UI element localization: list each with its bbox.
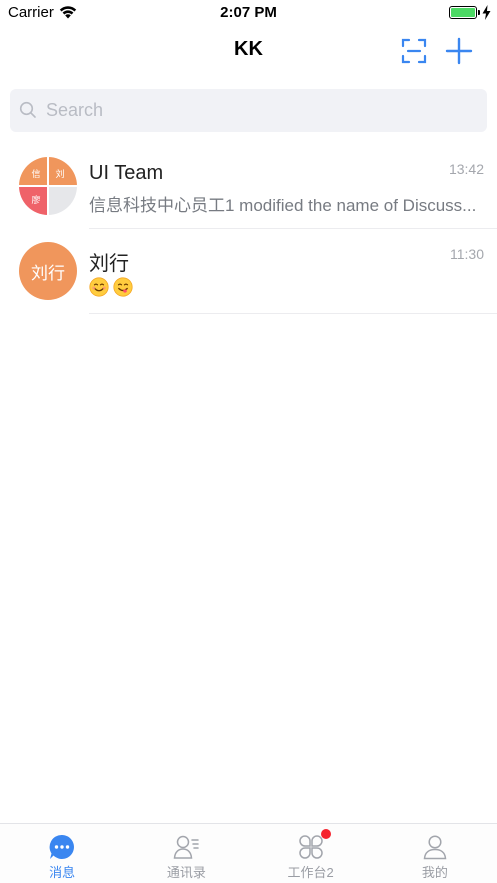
status-bar: Carrier 2:07 PM	[0, 0, 497, 26]
conversation-item-liu-xing[interactable]: 刘行 刘行 11:30	[0, 229, 497, 314]
battery-tip	[478, 10, 480, 15]
search-placeholder: Search	[46, 100, 104, 120]
tab-messages[interactable]: 消息	[0, 824, 124, 883]
divider	[89, 313, 497, 314]
avatar-quadrant	[49, 187, 77, 215]
search-icon	[19, 101, 36, 118]
avatar-quadrant: 刘	[49, 157, 77, 185]
notification-badge	[320, 829, 331, 839]
smiling-face-emoji	[89, 276, 109, 297]
chat-bubble-icon	[49, 834, 75, 859]
search-input[interactable]: Search	[10, 89, 487, 132]
tab-contacts[interactable]: 通讯录	[124, 824, 248, 883]
group-avatar: 信 刘 廖	[19, 157, 77, 215]
workbench-icon	[298, 835, 323, 859]
conversation-preview	[89, 276, 485, 297]
conversation-name: 刘行	[89, 253, 129, 275]
profile-icon	[423, 835, 447, 860]
avatar-text: 刘行	[31, 263, 65, 283]
tab-workbench[interactable]: 工作台2	[249, 824, 373, 883]
avatar: 刘行	[19, 242, 77, 300]
avatar-char: 廖	[31, 194, 41, 205]
face-savoring-food-emoji	[113, 276, 133, 297]
avatar-quadrant: 廖	[19, 187, 47, 215]
tab-profile[interactable]: 我的	[373, 824, 497, 883]
tab-label: 我的	[421, 865, 448, 880]
contacts-icon	[174, 835, 200, 859]
conversation-name: UI Team	[89, 162, 164, 184]
avatar-char: 信	[31, 168, 41, 179]
battery-level	[451, 8, 475, 17]
battery-icon	[449, 6, 477, 19]
avatar-char: 刘	[55, 168, 65, 179]
conversation-preview: 信息科技中心员工1 modified the name of Discuss..…	[89, 196, 477, 215]
charging-bolt-icon	[482, 5, 491, 20]
tab-bar: 消息 通讯录 工作台2 我的	[0, 823, 497, 883]
conversation-time: 13:42	[448, 161, 484, 177]
tab-label: 通讯录	[166, 865, 206, 880]
status-time: 2:07 PM	[220, 4, 277, 21]
scan-icon[interactable]	[400, 37, 428, 65]
tab-label: 工作台2	[287, 865, 334, 880]
conversation-item-ui-team[interactable]: 信 刘 廖 UI Team 13:42 信息科技中心员工1 modified t…	[0, 144, 497, 229]
avatar-quadrant: 信	[19, 157, 47, 185]
conversation-time: 11:30	[450, 246, 484, 262]
plus-icon[interactable]	[445, 37, 473, 65]
tab-label: 消息	[49, 865, 76, 880]
